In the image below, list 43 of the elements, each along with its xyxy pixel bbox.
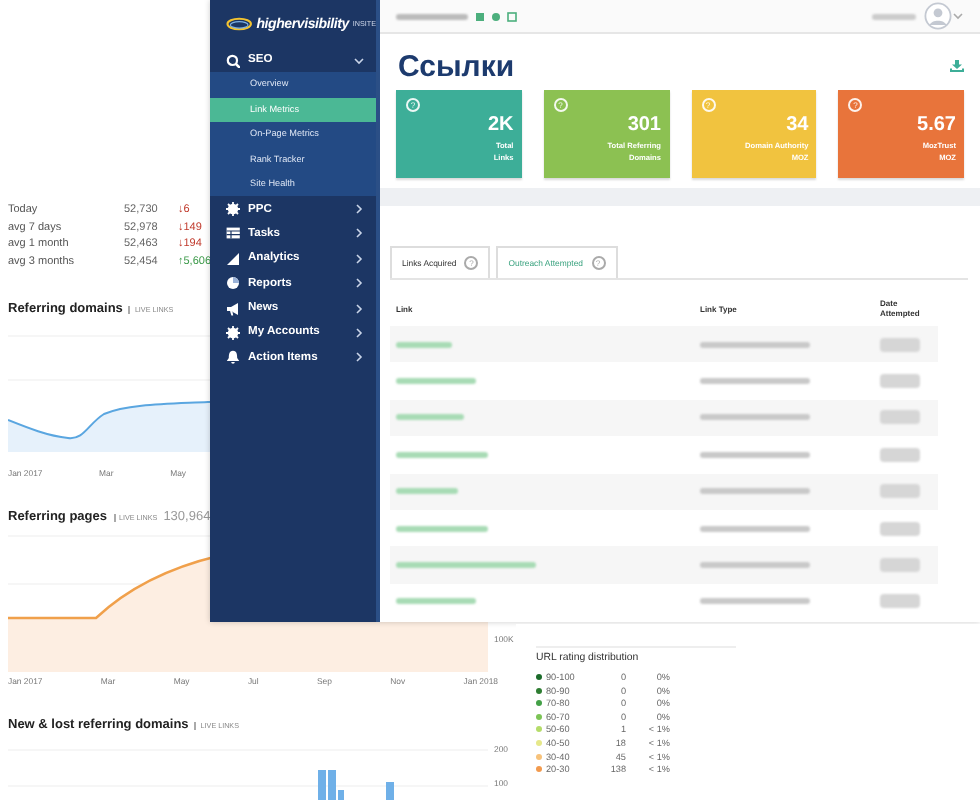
- blurred-text: [396, 13, 468, 19]
- bar-chart-drawing: [318, 770, 394, 800]
- blurred-link[interactable]: [396, 451, 488, 458]
- blurred-text: [700, 525, 810, 532]
- blurred-text: [880, 374, 920, 389]
- bar-chart-icon: [226, 251, 240, 266]
- blurred-text: [880, 410, 920, 425]
- page-title: Ссылки: [398, 50, 515, 84]
- blurred-text: [880, 484, 920, 499]
- blurred-link[interactable]: [396, 378, 476, 385]
- metric-value: 5.67: [917, 114, 956, 136]
- metric-value: 2K: [487, 114, 514, 136]
- metric-value: 301: [627, 114, 661, 136]
- gear-icon: [226, 202, 240, 217]
- blurred-link[interactable]: [396, 525, 488, 532]
- blurred-link[interactable]: [396, 341, 452, 348]
- metric-value: 34: [786, 114, 809, 136]
- table-icon: [226, 226, 240, 241]
- blurred-link[interactable]: [396, 562, 536, 569]
- blurred-text: [872, 13, 916, 19]
- blurred-link[interactable]: [396, 488, 458, 495]
- blurred-text: [880, 337, 920, 352]
- gear-icon: [226, 325, 240, 340]
- blurred-text: [700, 488, 810, 495]
- blurred-text: [880, 594, 920, 609]
- megaphone-icon: [226, 301, 240, 316]
- status-icons-drawing: [476, 11, 520, 21]
- blurred-text: [880, 447, 920, 462]
- blurred-text: [700, 378, 810, 385]
- bell-icon: [226, 350, 240, 365]
- blurred-text: [880, 558, 920, 573]
- blurred-text: [700, 341, 810, 348]
- blurred-text: [700, 598, 810, 605]
- blurred-text: [700, 414, 810, 421]
- download-icon: [950, 60, 964, 72]
- blurred-link[interactable]: [396, 414, 464, 421]
- pie-chart-icon: [226, 276, 240, 291]
- swoosh-icon: [226, 14, 253, 34]
- search-icon: [226, 53, 240, 68]
- blurred-text: [880, 521, 920, 536]
- blurred-link[interactable]: [396, 598, 476, 605]
- blurred-text: [700, 562, 810, 569]
- blurred-text: [700, 451, 810, 458]
